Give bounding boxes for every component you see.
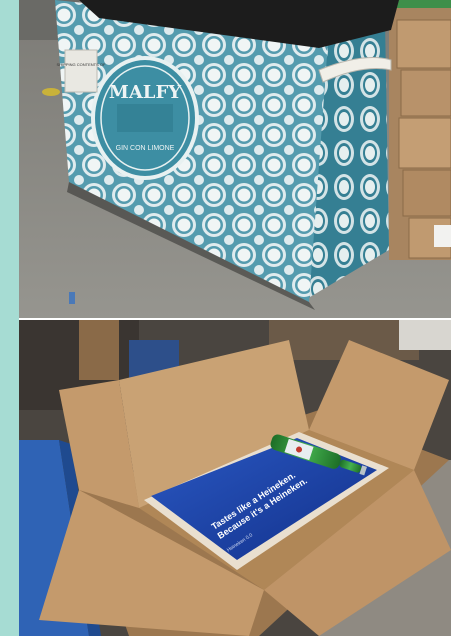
photo-open-box-poster: Tastes like a Heineken. Because it's a H… — [19, 320, 451, 636]
cardboard-stack — [379, 0, 451, 260]
cooler-tagline-text: GIN CON LIMONE — [116, 145, 175, 152]
photo-cooler-warehouse: MALFY GIN CON LIMONE SHIPPING CONTENTS O… — [19, 0, 451, 318]
cooler-logo — [91, 56, 199, 180]
mint-side-strip — [0, 0, 19, 636]
cooler-brand-text: MALFY — [109, 82, 182, 103]
cooler-sticker-text: SHIPPING CONTENTS OF — [57, 62, 106, 67]
cooler-sticker — [64, 49, 98, 93]
